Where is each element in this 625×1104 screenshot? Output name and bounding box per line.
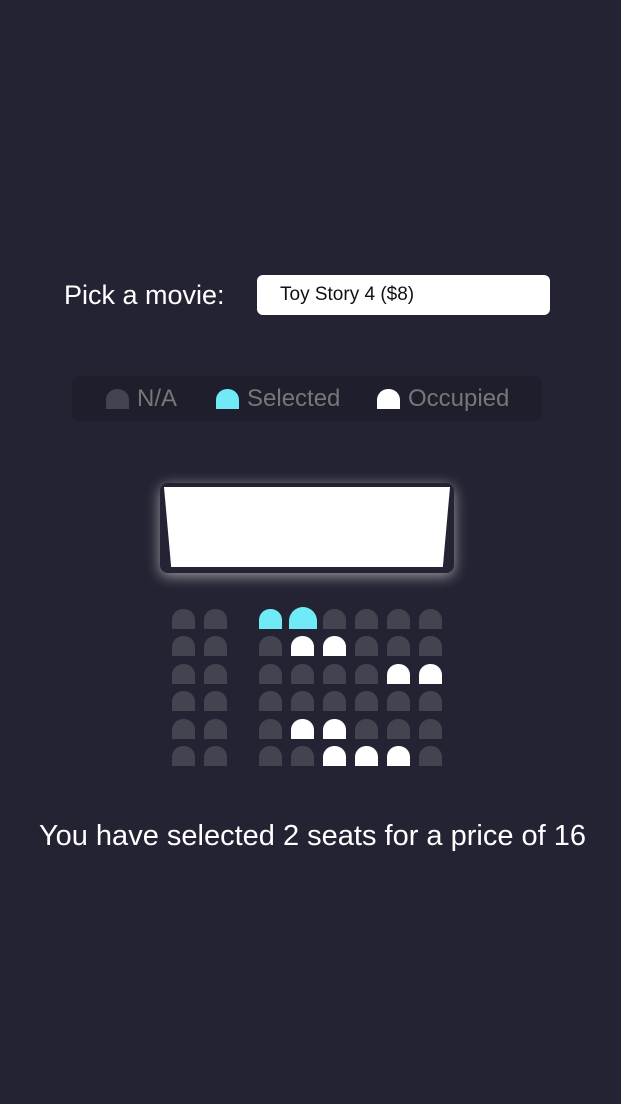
selected-count: 2 [282,820,300,852]
seat-r3-c3[interactable] [259,664,282,684]
seat-r4-c3[interactable] [259,691,282,711]
seat-r5-c8[interactable] [419,719,442,739]
selected-seat-icon [216,388,239,409]
legend-label-na: N/A [137,384,178,412]
seat-r6-c3[interactable] [259,746,282,766]
cinema-screen [164,487,450,567]
legend-label-selected: Selected [247,384,341,412]
seat-r2-c6[interactable] [355,636,378,656]
seat-r5-c7[interactable] [387,719,410,739]
seat-r1-c1[interactable] [172,609,195,629]
seat-r2-c4 [291,636,314,656]
movie-picker-label: Pick a movie: [64,279,225,310]
seat-r5-c1[interactable] [172,719,195,739]
seat-r1-c5[interactable] [323,609,346,629]
movie-picker: Pick a movie: Toy Story 4 ($8) [64,275,550,315]
seat-r1-c8[interactable] [419,609,442,629]
total-price: 16 [553,820,587,852]
seat-r6-c1[interactable] [172,746,195,766]
summary-middle: seats for a price of [307,820,546,852]
legend-item-occupied: Occupied [377,376,509,421]
seat-r2-c3[interactable] [259,636,282,656]
seat-r3-c6[interactable] [355,664,378,684]
seat-r6-c7 [387,746,410,766]
seat-r2-c5 [323,636,346,656]
movie-select[interactable]: Toy Story 4 ($8) [257,275,550,315]
legend-label-occupied: Occupied [408,384,510,412]
seat-r1-c6[interactable] [355,609,378,629]
legend-item-selected: Selected [216,376,340,421]
seat-r5-c4 [291,719,314,739]
seat-r6-c4[interactable] [291,746,314,766]
seat-r2-c2[interactable] [204,636,227,656]
seat-r3-c5[interactable] [323,664,346,684]
seat-r5-c3[interactable] [259,719,282,739]
seat-legend: N/A Selected Occupied [72,376,542,421]
seat-r4-c7[interactable] [387,691,410,711]
seat-r4-c2[interactable] [204,691,227,711]
seat-r6-c2[interactable] [204,746,227,766]
seat-r3-c2[interactable] [204,664,227,684]
seat-r3-c4[interactable] [291,664,314,684]
seat-r4-c8[interactable] [419,691,442,711]
seat-r4-c5[interactable] [323,691,346,711]
seat-r1-c7[interactable] [387,609,410,629]
seat-r5-c2[interactable] [204,719,227,739]
na-seat-icon [106,388,129,409]
seat-r3-c1[interactable] [172,664,195,684]
seat-r5-c5 [323,719,346,739]
occupied-seat-icon [377,388,400,409]
seat-r2-c7[interactable] [387,636,410,656]
seat-r2-c1[interactable] [172,636,195,656]
seat-r6-c6 [355,746,378,766]
seat-r4-c1[interactable] [172,691,195,711]
seat-r6-c8[interactable] [419,746,442,766]
right-edge-bar [621,0,625,1104]
legend-item-na: N/A [106,376,177,421]
seat-r5-c6[interactable] [355,719,378,739]
seat-r1-c2[interactable] [204,609,227,629]
seat-r4-c4[interactable] [291,691,314,711]
seat-r2-c8[interactable] [419,636,442,656]
seat-r1-c4[interactable] [289,607,317,629]
selection-summary: You have selected 2 seats for a price of… [0,820,625,853]
seat-r3-c8 [419,664,442,684]
seat-r6-c5 [323,746,346,766]
seat-r4-c6[interactable] [355,691,378,711]
summary-prefix: You have selected [38,820,275,852]
seat-r3-c7 [387,664,410,684]
seat-r1-c3[interactable] [259,609,282,629]
